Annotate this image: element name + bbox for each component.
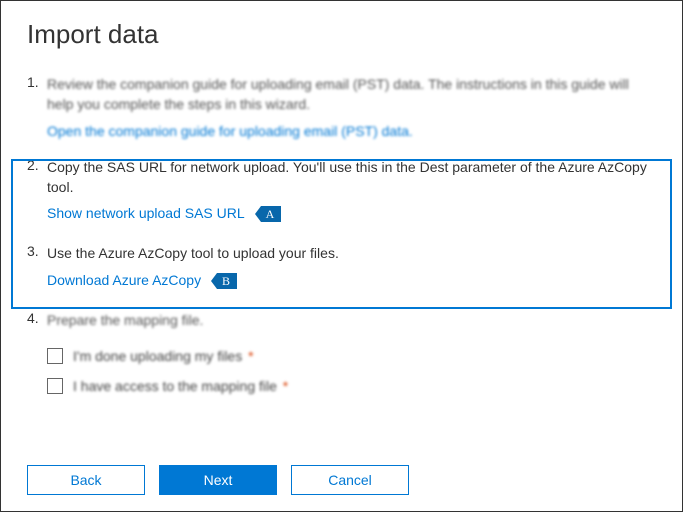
- callout-badge-a: A: [255, 203, 281, 225]
- step-3: Use the Azure AzCopy tool to upload your…: [27, 243, 656, 292]
- step-4-text: Prepare the mapping file.: [47, 310, 656, 330]
- confirmation-checks: I'm done uploading my files * I have acc…: [27, 348, 656, 394]
- callout-badge-b: B: [211, 270, 237, 292]
- checkbox-done-uploading[interactable]: [47, 348, 63, 364]
- steps-list: Review the companion guide for uploading…: [27, 74, 656, 330]
- svg-text:A: A: [265, 207, 274, 221]
- step-2: Copy the SAS URL for network upload. You…: [27, 157, 656, 226]
- companion-guide-link[interactable]: Open the companion guide for uploading e…: [47, 123, 413, 139]
- required-asterisk: *: [279, 378, 288, 394]
- step-2-text: Copy the SAS URL for network upload. You…: [47, 157, 656, 198]
- check-done-uploading-label: I'm done uploading my files *: [73, 348, 254, 364]
- cancel-button[interactable]: Cancel: [291, 465, 409, 495]
- page-title: Import data: [27, 19, 656, 50]
- next-button[interactable]: Next: [159, 465, 277, 495]
- check-mapping-file-label: I have access to the mapping file *: [73, 378, 288, 394]
- step-1: Review the companion guide for uploading…: [27, 74, 656, 139]
- download-azcopy-link[interactable]: Download Azure AzCopy: [47, 272, 201, 288]
- required-asterisk: *: [244, 348, 253, 364]
- checkbox-mapping-file[interactable]: [47, 378, 63, 394]
- check-mapping-file: I have access to the mapping file *: [47, 378, 656, 394]
- step-4: Prepare the mapping file.: [27, 310, 656, 330]
- show-sas-url-link[interactable]: Show network upload SAS URL: [47, 205, 245, 221]
- svg-text:B: B: [222, 274, 230, 288]
- check-done-uploading: I'm done uploading my files *: [47, 348, 656, 364]
- step-1-text: Review the companion guide for uploading…: [47, 74, 656, 115]
- wizard-footer: Back Next Cancel: [1, 465, 409, 495]
- step-3-text: Use the Azure AzCopy tool to upload your…: [47, 243, 656, 263]
- back-button[interactable]: Back: [27, 465, 145, 495]
